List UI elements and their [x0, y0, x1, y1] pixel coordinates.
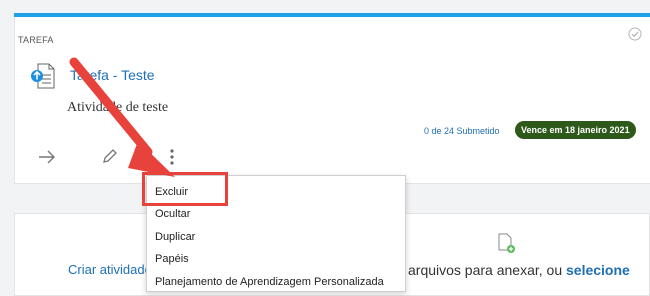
submission-count-link[interactable]: 0 de 24 Submetido [424, 126, 500, 136]
file-drop-label: arquivos para anexar, ou [408, 262, 566, 278]
activity-type-label: TAREFA [18, 35, 54, 45]
kebab-menu-icon[interactable] [169, 148, 175, 166]
menu-item-duplicate[interactable]: Duplicar [155, 231, 195, 243]
check-circle-icon[interactable] [628, 27, 642, 41]
menu-item-hide[interactable]: Ocultar [155, 208, 190, 220]
menu-item-personalized-learning[interactable]: Planejamento de Aprendizagem Personaliza… [155, 276, 384, 288]
pencil-icon[interactable] [102, 148, 118, 164]
activity-description: Atividade de teste [67, 100, 169, 115]
select-files-link[interactable]: selecione [566, 262, 630, 278]
due-date-badge: Vence em 18 janeiro 2021 [515, 121, 636, 139]
file-add-icon [498, 233, 515, 253]
create-activity-link[interactable]: Criar atividade [68, 262, 152, 277]
arrow-right-icon[interactable] [38, 150, 56, 164]
menu-item-roles[interactable]: Papéis [155, 253, 189, 265]
activity-title-link[interactable]: Tarefa - Teste [70, 67, 155, 83]
annotation-highlight-box [142, 172, 228, 206]
assignment-document-icon [31, 63, 55, 89]
file-drop-text: arquivos para anexar, ou selecione [408, 262, 630, 278]
